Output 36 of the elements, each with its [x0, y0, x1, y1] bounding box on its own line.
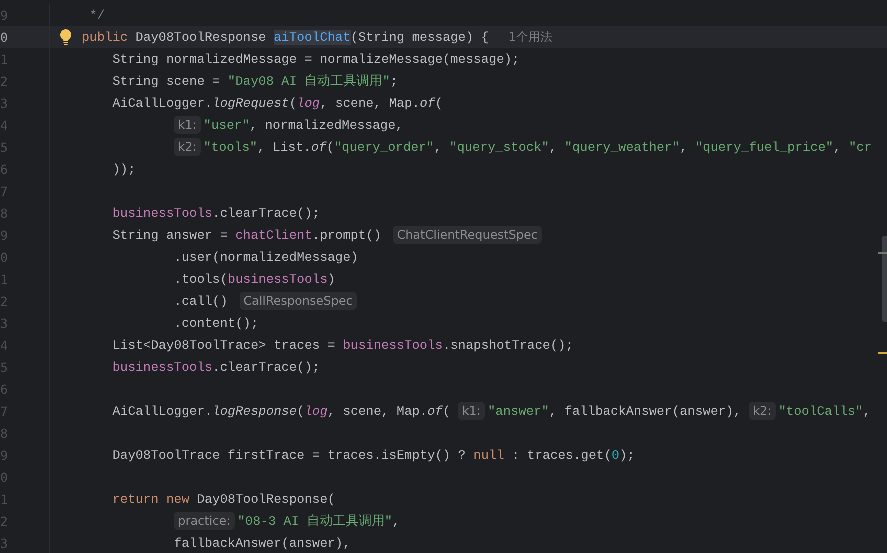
code-text: AiCallLogger.logResponse(log, scene, Map.of( — [112, 404, 451, 418]
code-text: .tools(businessTools) — [174, 272, 336, 286]
code-text: "answer", fallbackAnswer(answer), — [488, 404, 742, 418]
code-text: )); — [112, 162, 136, 176]
code-text: return new Day08ToolResponse( — [112, 492, 336, 506]
line-number: 0 — [0, 30, 8, 44]
parameter-hint: k1: — [174, 116, 201, 134]
code-text: .user(normalizedMessage) — [174, 250, 358, 264]
code-text: AiCallLogger.logRequest(log, scene, Map.of( — [112, 96, 443, 110]
type-hint: ChatClientRequestSpec — [393, 226, 542, 244]
code-text: String scene = "Day08 AI 自动工具调用"; — [112, 72, 398, 90]
parameter-hint: practice: — [174, 512, 235, 530]
code-text: businessTools.clearTrace(); — [112, 206, 320, 220]
code-text: String answer = chatClient.prompt() — [112, 228, 382, 242]
code-text: */ — [90, 8, 106, 22]
code-text: "user", normalizedMessage, — [204, 118, 404, 132]
code-text: fallbackAnswer(answer), — [174, 536, 351, 550]
code-text: "tools", List.of("query_order", "query_stock", "query_weather", "query_fuel_price", "cr — [204, 140, 872, 154]
code-text: "08-3 AI 自动工具调用", — [238, 512, 400, 530]
code-text: "toolCalls", — [778, 404, 871, 418]
code-text: List<Day08ToolTrace> traces = businessTools.snapshotTrace(); — [112, 338, 574, 352]
code-text: .content(); — [174, 316, 259, 330]
code-text: Day08ToolTrace firstTrace = traces.isEmpty() ? null : traces.get(0); — [112, 448, 635, 462]
scrollbar-marker — [878, 252, 887, 254]
code-text: businessTools.clearTrace(); — [112, 360, 320, 374]
parameter-hint: k2: — [749, 402, 776, 420]
parameter-hint: k2: — [174, 138, 201, 156]
usage-count[interactable]: 1个用法 — [508, 28, 552, 46]
scrollbar-thumb[interactable] — [882, 236, 887, 322]
scrollbar-marker — [878, 352, 887, 354]
code-text: public Day08ToolResponse aiToolChat(String message) { — [82, 30, 490, 44]
type-hint: CallResponseSpec — [240, 292, 357, 310]
lightbulb-icon[interactable] — [60, 28, 72, 46]
code-text: String normalizedMessage = normalizeMessage(message); — [112, 52, 520, 66]
code-text: .call() — [174, 294, 228, 308]
parameter-hint: k1: — [458, 402, 485, 420]
